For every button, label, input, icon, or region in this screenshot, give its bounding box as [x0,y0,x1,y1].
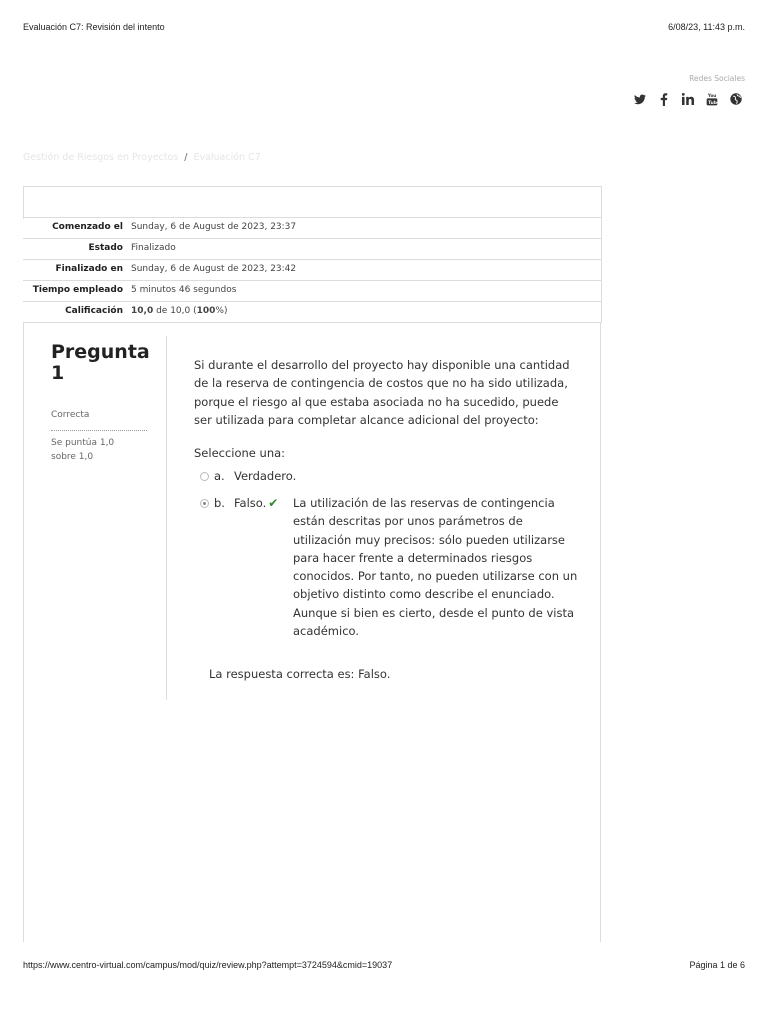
grade-percent: 100 [196,306,216,316]
breadcrumb-course-link[interactable]: Gestión de Riesgos en Proyectos [23,152,178,163]
summary-header-box [23,186,602,219]
radio-b[interactable] [200,499,209,508]
option-label: Falso. [234,496,267,510]
summary-value: Sunday, 6 de August de 2023, 23:37 [127,217,602,239]
summary-value: Sunday, 6 de August de 2023, 23:42 [127,259,602,281]
linkedin-icon[interactable] [681,92,695,106]
answer-option-a[interactable]: a. Verdadero. [200,469,296,483]
summary-label: Comenzado el [23,217,127,239]
answer-option-b[interactable]: b. Falso. ✔ [200,496,278,510]
question-right-border [600,322,601,942]
social-label: Redes Sociales [689,74,745,83]
option-letter: b. [214,496,225,510]
table-row: Comenzado el Sunday, 6 de August de 2023… [23,217,602,239]
grade-value: 10,0 de 10,0 (100%) [127,301,602,323]
question-grade: Se puntúa 1,0 sobre 1,0 [51,438,115,462]
question-text: Si durante el desarrollo del proyecto ha… [194,358,570,427]
attempt-summary-table: Comenzado el Sunday, 6 de August de 2023… [23,217,602,323]
breadcrumb-separator: / [184,152,188,163]
radio-a[interactable] [200,472,209,481]
table-row: Estado Finalizado [23,238,602,260]
grade-score: 10,0 [131,306,154,316]
print-url: https://www.centro-virtual.com/campus/mo… [23,960,393,970]
svg-text:You: You [707,93,716,98]
right-answer: La respuesta correcta es: Falso. [209,667,391,681]
option-letter: a. [214,469,225,483]
summary-value: Finalizado [127,238,602,260]
breadcrumb: Gestión de Riesgos en Proyectos / Evaluaci… [23,152,261,163]
info-dotted-divider [51,430,147,431]
option-feedback: La utilización de las reservas de contin… [293,496,578,639]
print-datetime: 6/08/23, 11:43 p.m. [668,22,745,32]
social-links: YouTube [633,92,743,106]
breadcrumb-page-link[interactable]: Evaluación C7 [193,152,260,163]
answer-prompt: Seleccione una: [194,446,286,460]
question-left-border [23,322,24,942]
summary-label: Estado [23,238,127,260]
summary-label: Finalizado en [23,259,127,281]
summary-label: Calificación [23,301,127,323]
twitter-icon[interactable] [633,92,647,106]
question-state: Correcta [51,410,90,420]
grade-percent-sign: %) [215,306,228,316]
option-label: Verdadero. [234,469,297,483]
question-info-divider [166,336,167,700]
checkmark-icon: ✔ [268,496,279,510]
youtube-icon[interactable]: YouTube [705,92,719,106]
facebook-icon[interactable] [657,92,671,106]
summary-label: Tiempo empleado [23,280,127,302]
page-number: Página 1 de 6 [689,960,745,970]
print-page-title: Evaluación C7: Revisión del intento [23,22,165,32]
summary-value: 5 minutos 46 segundos [127,280,602,302]
table-row: Tiempo empleado 5 minutos 46 segundos [23,280,602,302]
question-title: Pregunta 1 [51,341,150,384]
svg-text:Tube: Tube [708,99,718,105]
table-row: Finalizado en Sunday, 6 de August de 202… [23,259,602,281]
globe-icon[interactable] [729,92,743,106]
grade-max: de 10,0 ( [153,306,197,316]
table-row: Calificación 10,0 de 10,0 (100%) [23,301,602,323]
